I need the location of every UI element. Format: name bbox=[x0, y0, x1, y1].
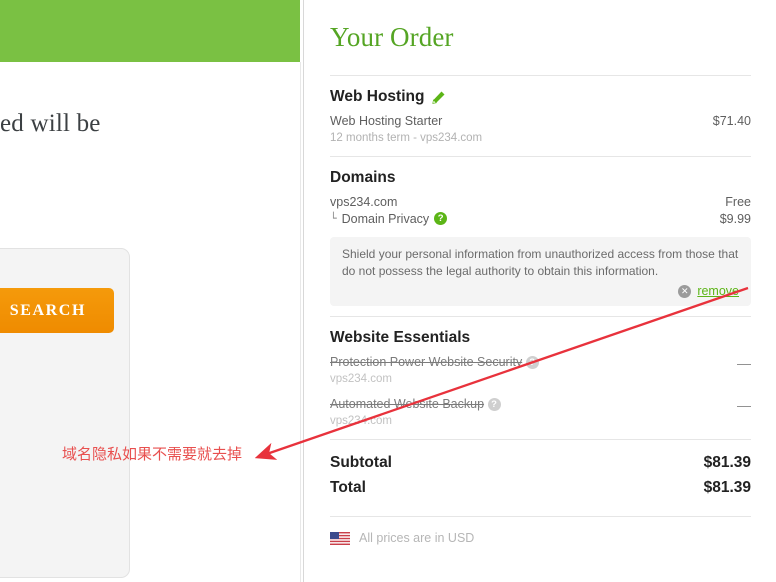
remove-link[interactable]: remove bbox=[697, 284, 739, 298]
item-label: vps234.com bbox=[330, 195, 398, 209]
item-label-group: Protection Power Website Security ? bbox=[330, 354, 539, 371]
currency-note-row: All prices are in USD bbox=[330, 517, 751, 545]
section-label-website-essentials: Website Essentials bbox=[330, 329, 471, 346]
pencil-icon[interactable] bbox=[431, 90, 446, 105]
item-sublabel: 12 months term - vps234.com bbox=[330, 132, 483, 144]
line-item-website-security: Protection Power Website Security ? vps2… bbox=[330, 354, 751, 387]
line-item-domain-privacy: └ Domain Privacy ? $9.99 bbox=[330, 211, 751, 227]
item-label: Domain Privacy bbox=[341, 211, 430, 226]
total-value: $81.39 bbox=[703, 479, 751, 496]
section-label-web-hosting: Web Hosting bbox=[330, 88, 425, 105]
search-button[interactable]: SEARCH bbox=[0, 288, 114, 333]
domain-privacy-description: Shield your personal information from un… bbox=[342, 247, 739, 278]
line-item-website-backup: Automated Website Backup ? vps234.com — bbox=[330, 396, 751, 429]
item-label-group: └ Domain Privacy ? bbox=[330, 211, 448, 226]
item-price: — bbox=[737, 397, 751, 413]
currency-note: All prices are in USD bbox=[359, 531, 475, 545]
item-sublabel: vps234.com bbox=[330, 373, 393, 385]
item-price: Free bbox=[725, 195, 751, 209]
line-item-domain: vps234.com Free bbox=[330, 194, 751, 211]
us-flag-icon bbox=[330, 531, 350, 545]
section-web-hosting: Web Hosting Web Hosting Starter 12 month… bbox=[330, 76, 751, 156]
item-price: $9.99 bbox=[719, 212, 751, 226]
order-summary-panel: Your Order Web Hosting Web Hosting Start… bbox=[305, 0, 776, 582]
totals-section: Subtotal $81.39 Total $81.39 bbox=[330, 440, 751, 516]
help-icon[interactable]: ? bbox=[525, 356, 539, 370]
item-price: $71.40 bbox=[712, 114, 751, 128]
annotation-note: 域名隐私如果不需要就去掉 bbox=[62, 445, 243, 463]
tree-branch-icon: └ bbox=[330, 212, 337, 225]
panel-divider bbox=[303, 0, 304, 582]
subtotal-label: Subtotal bbox=[330, 454, 392, 471]
total-label: Total bbox=[330, 479, 366, 496]
help-icon[interactable]: ? bbox=[434, 212, 448, 225]
section-label-domains: Domains bbox=[330, 169, 396, 186]
item-price: — bbox=[737, 355, 751, 371]
section-title-domains: Domains bbox=[330, 169, 751, 187]
section-title-website-essentials: Website Essentials bbox=[330, 329, 751, 347]
section-website-essentials: Website Essentials Protection Power Webs… bbox=[330, 317, 751, 439]
subtotal-value: $81.39 bbox=[703, 454, 751, 471]
help-icon[interactable]: ? bbox=[487, 398, 501, 412]
domain-privacy-info-box: Shield your personal information from un… bbox=[330, 237, 751, 306]
item-label: Automated Website Backup bbox=[330, 397, 485, 411]
total-row: Total $81.39 bbox=[330, 479, 751, 497]
item-label: Web Hosting Starter bbox=[330, 114, 443, 128]
left-panel: ed will be SEARCH 域名隐私如果不需要就去掉 bbox=[0, 0, 304, 582]
line-item-web-hosting-starter: Web Hosting Starter 12 months term - vps… bbox=[330, 113, 751, 146]
close-circle-icon[interactable]: ✕ bbox=[678, 284, 692, 298]
panel-inner-divider bbox=[300, 62, 301, 582]
item-label-group: Automated Website Backup ? bbox=[330, 396, 501, 413]
section-title-web-hosting: Web Hosting bbox=[330, 88, 751, 106]
screenshot-root: ed will be SEARCH 域名隐私如果不需要就去掉 Your Orde… bbox=[0, 0, 776, 582]
partial-heading-text: ed will be bbox=[0, 110, 101, 137]
green-banner bbox=[0, 0, 300, 62]
domain-privacy-remove-row[interactable]: ✕ remove bbox=[342, 284, 739, 298]
section-domains: Domains vps234.com Free └ Domain Privacy… bbox=[330, 157, 751, 316]
item-sublabel: vps234.com bbox=[330, 415, 393, 427]
order-title: Your Order bbox=[330, 22, 454, 52]
subtotal-row: Subtotal $81.39 bbox=[330, 454, 751, 472]
item-label: Protection Power Website Security bbox=[330, 355, 523, 369]
